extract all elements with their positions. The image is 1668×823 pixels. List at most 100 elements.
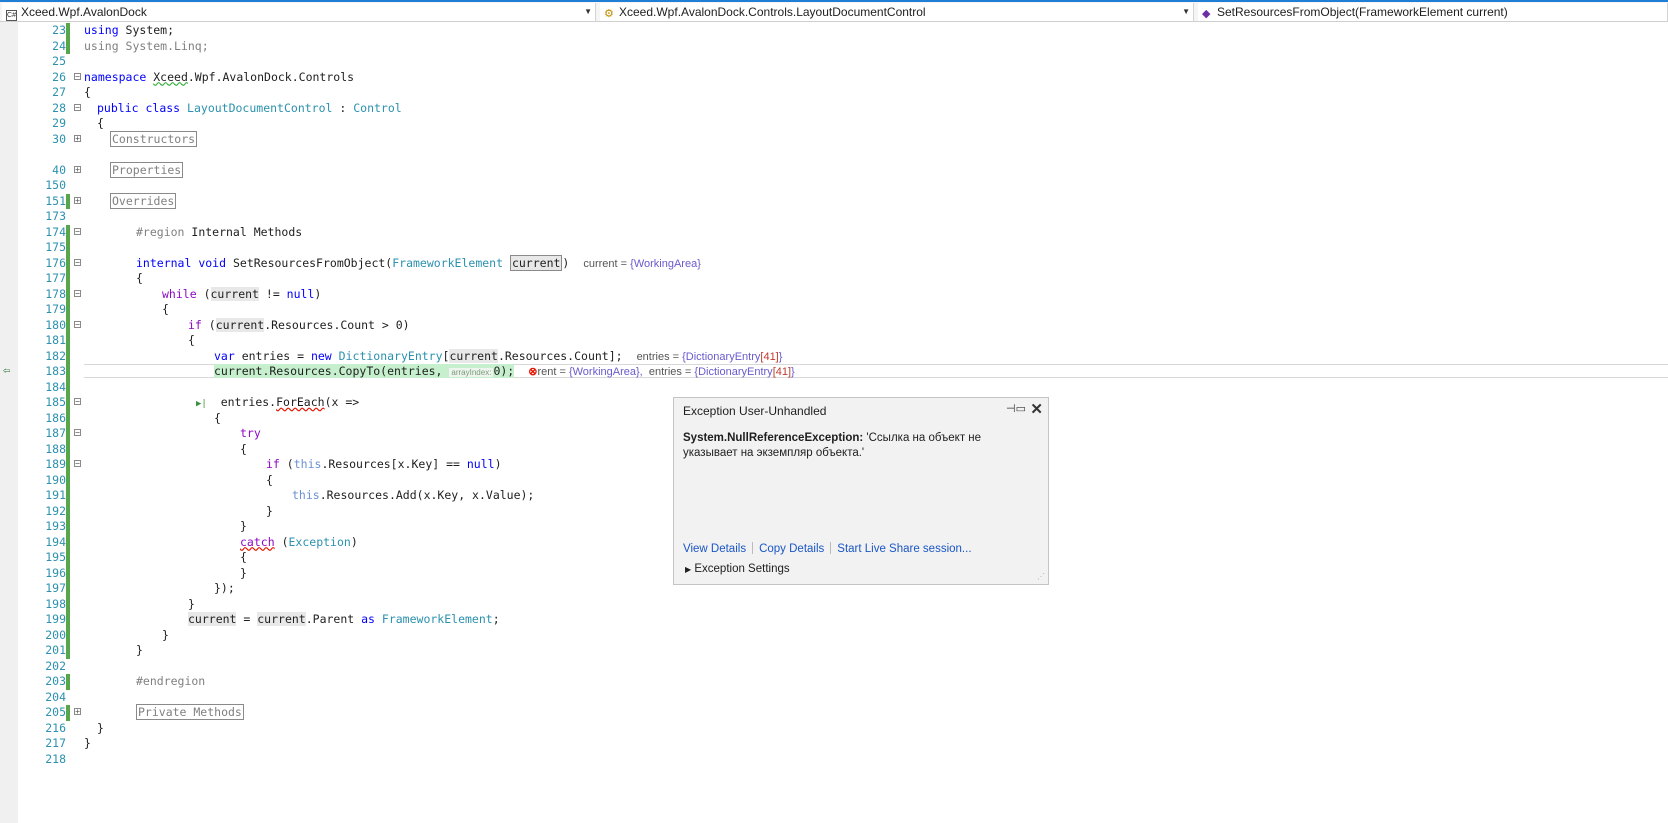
datatip-current-entries[interactable]: ⊗rent = {WorkingArea}, entries = {Dictio…	[528, 366, 795, 378]
code-line: current = current.Parent as FrameworkEle…	[188, 612, 500, 626]
collapse-icon[interactable]: −	[74, 228, 81, 236]
collapse-icon[interactable]: −	[74, 104, 81, 112]
collapsed-region-overrides[interactable]: Overrides	[110, 192, 177, 210]
code-line: if (current.Resources.Count > 0)	[188, 317, 410, 332]
chevron-down-icon: ▼	[584, 7, 592, 16]
change-indicator	[66, 674, 70, 690]
line-number: 30	[52, 131, 66, 146]
exception-settings-expander[interactable]: ▶ Exception Settings	[685, 563, 790, 575]
run-to-click-icon[interactable]: ▶|	[196, 399, 207, 409]
code-line: {	[240, 550, 247, 564]
line-number: 174	[45, 224, 66, 239]
code-line: this.Resources.Add(x.Key, x.Value);	[292, 488, 535, 502]
datatip-current[interactable]: current = {WorkingArea}	[583, 258, 701, 270]
collapse-icon[interactable]: −	[74, 321, 81, 329]
code-line: }	[162, 627, 169, 642]
code-line: public class LayoutDocumentControl : Con…	[97, 100, 402, 115]
separator	[752, 542, 754, 554]
line-number: 185	[45, 395, 66, 409]
copy-details-link[interactable]: Copy Details	[759, 543, 824, 555]
chevron-right-icon: ▶	[685, 565, 692, 574]
line-number: 23	[52, 23, 66, 37]
line-numbers: 23 24 25 26 27 28 29 30 40 150 151 173 1…	[18, 22, 66, 823]
resize-grip-icon[interactable]: ⋰	[1037, 572, 1045, 581]
collapse-icon[interactable]: −	[74, 290, 81, 298]
line-number: 28	[52, 100, 66, 115]
collapse-icon[interactable]: −	[74, 73, 81, 81]
member-dropdown[interactable]: ◆ SetResourcesFromObject(FrameworkElement…	[1198, 3, 1668, 21]
code-line: {	[240, 441, 247, 456]
popup-title: Exception User-Unhandled	[683, 404, 827, 418]
line-number: 189	[45, 457, 66, 471]
separator	[830, 542, 832, 554]
code-line: {	[188, 333, 195, 347]
code-line: {	[214, 410, 221, 425]
line-number: 198	[45, 596, 66, 611]
line-number: 40	[52, 162, 66, 177]
line-number: 177	[45, 271, 66, 285]
collapse-icon[interactable]: −	[74, 259, 81, 267]
code-line: }	[97, 720, 104, 735]
code-line: }	[240, 565, 247, 580]
line-number: 204	[45, 689, 66, 704]
line-number: 175	[45, 240, 66, 254]
code-line: #endregion	[136, 674, 206, 688]
collapse-icon[interactable]: −	[74, 429, 81, 437]
collapsed-region-constructors[interactable]: Constructors	[110, 130, 198, 148]
line-number: 205	[45, 705, 66, 719]
line-number: 196	[45, 565, 66, 580]
expand-icon[interactable]: +	[74, 708, 81, 716]
line-number: 173	[45, 209, 66, 223]
line-number: 202	[45, 658, 66, 673]
line-number: 188	[45, 441, 66, 456]
change-indicator	[66, 23, 70, 54]
inline-hint-array-index: arrayIndex:	[449, 368, 494, 377]
code-line: var entries = new DictionaryEntry[curren…	[214, 348, 783, 363]
collapse-icon[interactable]: −	[74, 460, 81, 468]
line-number: 217	[45, 736, 66, 750]
execution-pointer-icon[interactable]: ⇦	[3, 363, 10, 377]
expand-icon[interactable]: +	[74, 166, 81, 174]
line-number: 195	[45, 550, 66, 564]
view-details-link[interactable]: View Details	[683, 543, 746, 555]
code-line: internal void SetResourcesFromObject(Fra…	[136, 254, 701, 271]
line-number: 183	[45, 364, 66, 378]
collapsed-region-properties[interactable]: Properties	[110, 161, 184, 179]
line-number: 186	[45, 410, 66, 425]
code-line: {	[97, 116, 104, 130]
class-dropdown-label: Xceed.Wpf.AvalonDock.Controls.LayoutDocu…	[619, 5, 926, 19]
line-number: 150	[45, 178, 66, 192]
collapse-icon[interactable]: −	[74, 398, 81, 406]
line-number: 24	[52, 38, 66, 53]
line-number: 197	[45, 581, 66, 595]
line-number: 178	[45, 286, 66, 301]
collapsed-region-private-methods[interactable]: Private Methods	[136, 704, 244, 721]
project-dropdown-label: Xceed.Wpf.AvalonDock	[21, 5, 147, 19]
line-number: 193	[45, 519, 66, 533]
pin-icon[interactable]: ⊣▭	[1006, 402, 1026, 415]
class-dropdown[interactable]: ⚙ Xceed.Wpf.AvalonDock.Controls.LayoutDoc…	[600, 3, 1194, 21]
line-number: 29	[52, 116, 66, 130]
line-number: 182	[45, 348, 66, 363]
line-number: 191	[45, 488, 66, 502]
code-line: }	[188, 596, 195, 611]
close-icon[interactable]: ✕	[1030, 400, 1043, 418]
code-line: namespace Xceed.Wpf.AvalonDock.Controls	[84, 69, 355, 84]
member-dropdown-label: SetResourcesFromObject(FrameworkElement …	[1217, 5, 1508, 19]
csharp-project-icon: C#	[6, 10, 17, 21]
project-dropdown[interactable]: C# Xceed.Wpf.AvalonDock ▼	[2, 3, 596, 21]
line-number: 181	[45, 333, 66, 347]
datatip-entries[interactable]: entries = {DictionaryEntry[41]}	[637, 351, 783, 363]
navigation-bar: C# Xceed.Wpf.AvalonDock ▼ ⚙ Xceed.Wpf.Aval…	[0, 0, 1668, 22]
code-line: using System.Linq;	[84, 38, 209, 53]
line-number: 218	[45, 751, 66, 766]
expand-icon[interactable]: +	[74, 135, 81, 143]
code-line: }	[266, 503, 273, 518]
code-line: if (this.Resources[x.Key] == null)	[266, 457, 502, 471]
change-indicator	[66, 193, 70, 209]
live-share-link[interactable]: Start Live Share session...	[837, 543, 971, 555]
line-number: 180	[45, 317, 66, 332]
expand-icon[interactable]: +	[74, 197, 81, 205]
code-line: }	[240, 519, 247, 533]
method-icon: ◆	[1202, 8, 1211, 20]
